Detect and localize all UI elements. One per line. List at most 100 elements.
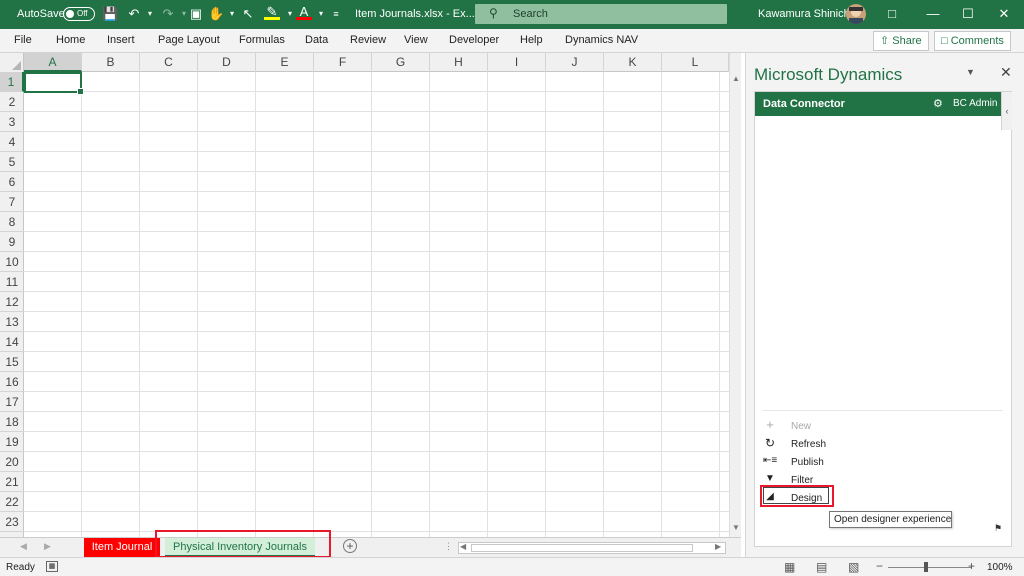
row-header-15[interactable]: 15	[0, 352, 24, 372]
minimize-icon[interactable]: —	[924, 5, 942, 23]
scroll-right-icon[interactable]: ▶	[715, 542, 721, 551]
avatar[interactable]	[846, 4, 866, 24]
column-header-f[interactable]: F	[314, 53, 372, 72]
row-header-22[interactable]: 22	[0, 492, 24, 512]
collapse-arrow-icon[interactable]: ‹	[1001, 92, 1012, 130]
scroll-down-icon[interactable]: ▼	[732, 523, 740, 532]
column-header-l[interactable]: L	[662, 53, 729, 72]
page-break-view-icon[interactable]: ▧	[848, 560, 859, 574]
row-header-4[interactable]: 4	[0, 132, 24, 152]
row-header-12[interactable]: 12	[0, 292, 24, 312]
active-cell[interactable]	[24, 72, 84, 95]
add-sheet-icon[interactable]: +	[343, 539, 357, 553]
macro-record-icon[interactable]: ▦	[46, 561, 58, 572]
search-box[interactable]: ⚲	[475, 4, 727, 24]
scroll-left-icon[interactable]: ◀	[460, 542, 466, 551]
row-header-9[interactable]: 9	[0, 232, 24, 252]
row-header-19[interactable]: 19	[0, 432, 24, 452]
row-header-18[interactable]: 18	[0, 412, 24, 432]
tab-home[interactable]: Home	[56, 34, 85, 46]
highlight-color-icon[interactable]: ✎	[264, 5, 280, 20]
close-pane-icon[interactable]: ✕	[1000, 64, 1012, 81]
gear-icon[interactable]: ⚙	[933, 97, 943, 110]
undo-icon[interactable]: ↶	[126, 6, 142, 22]
column-header-d[interactable]: D	[198, 53, 256, 72]
row-header-6[interactable]: 6	[0, 172, 24, 192]
save-icon[interactable]: 💾	[102, 6, 118, 22]
tab-developer[interactable]: Developer	[449, 34, 499, 46]
tab-view[interactable]: View	[404, 34, 428, 46]
row-header-14[interactable]: 14	[0, 332, 24, 352]
close-window-icon[interactable]: ✕	[995, 5, 1013, 23]
scroll-thumb[interactable]	[471, 544, 693, 552]
admin-label[interactable]: BC Admin	[953, 98, 997, 109]
zoom-out-icon[interactable]: −	[876, 559, 883, 573]
pane-options-icon[interactable]: ▼	[966, 67, 975, 77]
font-color-icon[interactable]: A	[296, 5, 312, 20]
row-header-21[interactable]: 21	[0, 472, 24, 492]
column-header-k[interactable]: K	[604, 53, 662, 72]
tab-file[interactable]: File	[14, 34, 32, 46]
zoom-slider-track[interactable]	[888, 567, 972, 568]
row-header-13[interactable]: 13	[0, 312, 24, 332]
next-sheet-icon[interactable]: ▶	[44, 541, 51, 552]
touch-mode-icon[interactable]: ✋	[208, 6, 224, 22]
chevron-down-icon[interactable]: ▾	[142, 6, 158, 22]
comments-button[interactable]: □ Comments	[934, 31, 1011, 51]
column-header-j[interactable]: J	[546, 53, 604, 72]
chevron-down-icon[interactable]: ▾	[313, 6, 329, 22]
chevron-down-icon[interactable]: ▾	[224, 6, 240, 22]
pointer-icon[interactable]: ↖	[240, 6, 256, 22]
tab-data[interactable]: Data	[305, 34, 328, 46]
row-header-8[interactable]: 8	[0, 212, 24, 232]
select-all-corner[interactable]	[0, 53, 24, 72]
row-header-3[interactable]: 3	[0, 112, 24, 132]
row-header-16[interactable]: 16	[0, 372, 24, 392]
worksheet-grid[interactable]: ABCDEFGHIJKL 1 2 3 4 5 6 7 8 9 10 11 12 13 14 15 16 17 18…	[0, 53, 741, 537]
column-header-a[interactable]: A	[24, 53, 82, 72]
search-input[interactable]	[513, 6, 713, 22]
tab-review[interactable]: Review	[350, 34, 386, 46]
cell-area[interactable]	[24, 72, 729, 537]
share-button[interactable]: ⇧ Share	[873, 31, 929, 51]
column-header-b[interactable]: B	[82, 53, 140, 72]
zoom-slider-thumb[interactable]	[924, 562, 928, 572]
tab-formulas[interactable]: Formulas	[239, 34, 285, 46]
page-layout-view-icon[interactable]: ▤	[816, 560, 827, 574]
tab-help[interactable]: Help	[520, 34, 543, 46]
camera-icon[interactable]: ▣	[188, 6, 204, 22]
prev-sheet-icon[interactable]: ◀	[20, 541, 27, 552]
zoom-level[interactable]: 100%	[987, 562, 1013, 573]
tab-page-layout[interactable]: Page Layout	[158, 34, 220, 46]
row-header-23[interactable]: 23	[0, 512, 24, 532]
autosave-toggle[interactable]: Off	[63, 7, 95, 21]
column-header-i[interactable]: I	[488, 53, 546, 72]
flag-icon[interactable]: ⚑	[994, 523, 1002, 534]
redo-icon[interactable]: ↷	[160, 6, 176, 22]
data-connector-header: Data Connector ⚙ BC Admin	[755, 92, 1001, 116]
row-header-5[interactable]: 5	[0, 152, 24, 172]
column-header-h[interactable]: H	[430, 53, 488, 72]
row-header-7[interactable]: 7	[0, 192, 24, 212]
tab-dynamics-nav[interactable]: Dynamics NAV	[565, 34, 638, 46]
maximize-icon[interactable]: ☐	[959, 5, 977, 23]
row-header-2[interactable]: 2	[0, 92, 24, 112]
tab-insert[interactable]: Insert	[107, 34, 135, 46]
row-header-17[interactable]: 17	[0, 392, 24, 412]
row-header-11[interactable]: 11	[0, 272, 24, 292]
horizontal-scrollbar[interactable]: ◀ ▶	[458, 542, 726, 554]
vertical-scrollbar[interactable]: ▲ ▼	[729, 53, 741, 537]
split-handle-icon[interactable]: ⋮	[444, 541, 453, 552]
column-header-g[interactable]: G	[372, 53, 430, 72]
column-header-c[interactable]: C	[140, 53, 198, 72]
ribbon-display-icon[interactable]: □	[883, 5, 901, 23]
scroll-up-icon[interactable]: ▲	[732, 74, 740, 83]
zoom-in-icon[interactable]: +	[968, 559, 975, 573]
normal-view-icon[interactable]: ▦	[784, 560, 795, 574]
sheet-tab-item-journal[interactable]: Item Journal	[84, 538, 160, 557]
customize-toolbar-icon[interactable]: ≡	[328, 6, 344, 22]
column-header-e[interactable]: E	[256, 53, 314, 72]
row-header-20[interactable]: 20	[0, 452, 24, 472]
row-header-1[interactable]: 1	[0, 72, 24, 92]
row-header-10[interactable]: 10	[0, 252, 24, 272]
